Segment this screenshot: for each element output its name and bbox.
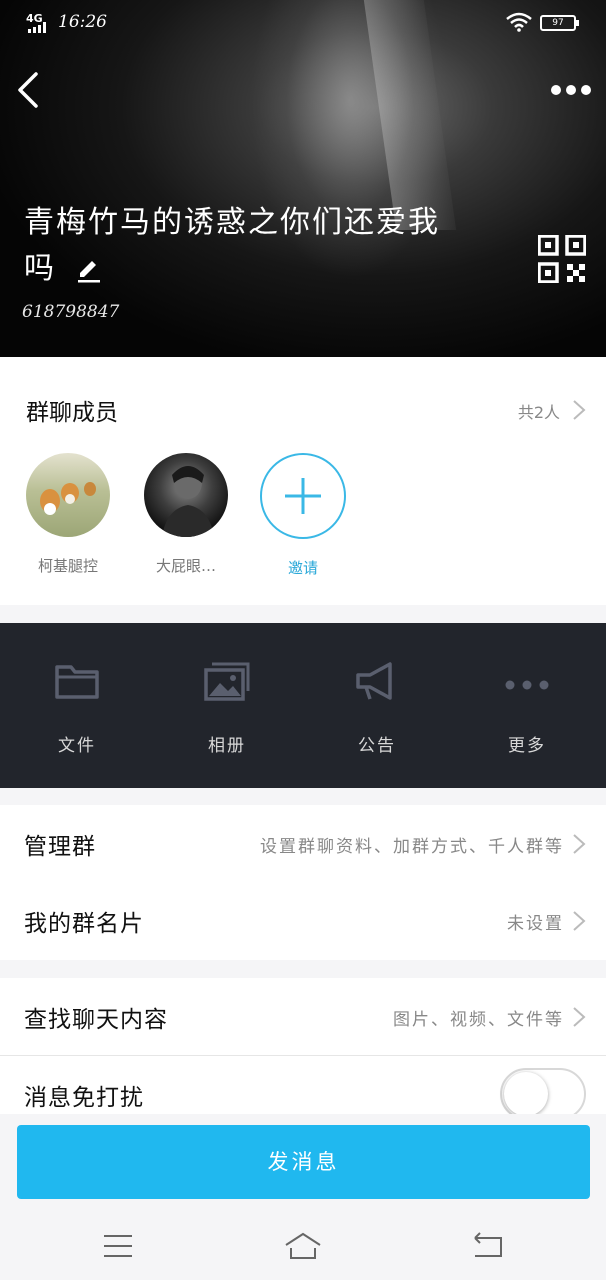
group-id: 618798847 <box>22 302 120 322</box>
system-navbar <box>0 1212 606 1280</box>
avatar <box>144 453 228 537</box>
chevron-right-icon <box>573 911 586 931</box>
member-item[interactable]: 柯基腿控 <box>18 453 118 576</box>
row-title: 消息免打扰 <box>24 1085 144 1111</box>
status-bar: 4G 16:26 97 <box>0 0 606 44</box>
menu-icon[interactable] <box>98 1230 138 1262</box>
tool-label: 公告 <box>358 736 396 756</box>
signal-icon <box>28 22 50 33</box>
folder-icon <box>55 665 99 699</box>
row-title: 管理群 <box>24 834 96 860</box>
avatar <box>26 453 110 537</box>
plus-icon <box>285 478 321 514</box>
home-icon[interactable] <box>283 1230 323 1262</box>
row-value: 图片、视频、文件等 <box>393 1010 564 1030</box>
member-item[interactable]: 大屁眼… <box>136 453 236 576</box>
member-name: 大屁眼… <box>155 557 216 575</box>
row-value: 设置群聊资料、加群方式、千人群等 <box>260 837 564 857</box>
status-time: 16:26 <box>58 12 107 32</box>
members-count[interactable]: 共2人 <box>518 399 560 423</box>
chevron-right-icon <box>573 834 586 854</box>
megaphone-icon <box>356 662 392 700</box>
invite-button[interactable]: 邀请 <box>253 453 353 578</box>
toggle-knob <box>504 1072 548 1116</box>
chevron-right-icon <box>573 1007 586 1027</box>
tools-bar: 文件 相册 公告 更多 <box>0 623 606 788</box>
group-name: 青梅竹马的诱惑之你们还爱我吗 <box>24 200 464 292</box>
tool-label: 更多 <box>508 736 546 756</box>
battery-icon: 97 <box>540 15 579 31</box>
more-options-button[interactable] <box>548 80 594 100</box>
search-chat-row[interactable]: 查找聊天内容 图片、视频、文件等 <box>0 978 606 1056</box>
corgi-photo <box>40 482 96 515</box>
tool-label: 文件 <box>58 736 96 756</box>
invite-label: 邀请 <box>287 559 318 577</box>
qr-code-icon[interactable] <box>538 235 586 283</box>
manage-group-row[interactable]: 管理群 设置群聊资料、加群方式、千人群等 <box>0 805 606 883</box>
edit-icon[interactable] <box>76 257 102 283</box>
more-tools-button[interactable]: 更多 <box>472 661 582 756</box>
files-button[interactable]: 文件 <box>22 661 132 756</box>
send-message-button[interactable]: 发消息 <box>17 1125 590 1199</box>
members-section: 群聊成员 共2人 柯基腿控 大屁眼… 邀请 <box>0 357 606 605</box>
tool-label: 相册 <box>208 736 246 756</box>
wifi-icon <box>506 12 532 32</box>
members-title: 群聊成员 <box>26 400 118 426</box>
row-title: 查找聊天内容 <box>24 1007 168 1033</box>
member-name: 柯基腿控 <box>37 557 98 575</box>
back-button[interactable] <box>12 70 42 110</box>
announcement-button[interactable]: 公告 <box>322 661 432 756</box>
invite-circle[interactable] <box>260 453 346 539</box>
group-header: 4G 16:26 97 青梅竹马的诱惑之你们还爱我吗 618798847 <box>0 0 606 357</box>
back-nav-icon[interactable] <box>467 1230 507 1262</box>
album-icon <box>204 662 250 701</box>
chevron-right-icon[interactable] <box>572 399 586 421</box>
mute-toggle[interactable] <box>500 1068 586 1120</box>
person-photo <box>162 466 214 537</box>
group-card-row[interactable]: 我的群名片 未设置 <box>0 882 606 960</box>
row-title: 我的群名片 <box>24 911 144 937</box>
row-value: 未设置 <box>507 914 564 934</box>
more-dots-icon <box>505 680 549 690</box>
album-button[interactable]: 相册 <box>172 661 282 756</box>
